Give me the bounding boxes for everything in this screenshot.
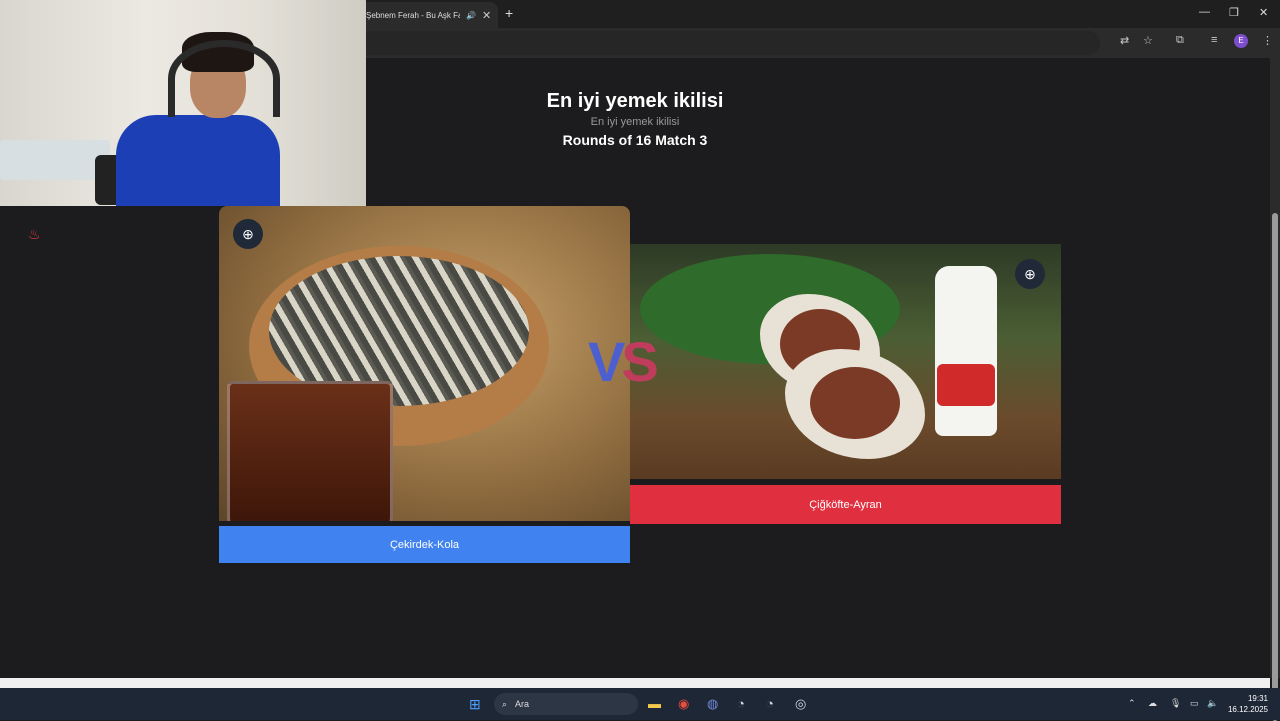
browser-tab[interactable]: Şebnem Ferah - Bu Aşk Fazla 🔊 ✕ (358, 2, 498, 28)
search-icon: ⌕ (502, 698, 508, 709)
zoom-in-icon[interactable]: ⊕ (1015, 259, 1045, 289)
webcam-overlay (0, 0, 366, 206)
more-menu-icon[interactable]: ⋮ (1262, 34, 1273, 47)
ayran-bottle-shape (935, 266, 997, 436)
option-image-right[interactable] (630, 244, 1061, 479)
vs-letter-v: V (588, 330, 625, 393)
speaker-icon[interactable]: 🔊 (466, 11, 476, 20)
taskbar (0, 688, 1280, 720)
clock-time: 19:31 (1247, 694, 1268, 703)
tab-title: Şebnem Ferah - Bu Aşk Fazla (366, 10, 460, 20)
restore-icon[interactable]: ❐ (1229, 6, 1239, 19)
site-logo-icon: ♨ (28, 226, 41, 242)
cola-cup-shape (227, 381, 393, 521)
close-window-icon[interactable]: ✕ (1259, 6, 1268, 19)
taskbar-clock[interactable]: 19:31 16.12.2025 (1222, 693, 1268, 715)
chrome-icon[interactable]: ◉ (678, 696, 689, 712)
steam-icon[interactable]: ◔ (766, 696, 774, 711)
choose-option-right-button[interactable]: Çiğköfte-Ayran (630, 485, 1061, 524)
horizontal-scrollbar[interactable] (0, 678, 1270, 688)
taskbar-search[interactable]: ⌕ Ara (494, 693, 638, 715)
bookmark-star-icon[interactable]: ☆ (1143, 34, 1153, 47)
choose-option-left-button[interactable]: Çekirdek-Kola (219, 526, 630, 563)
minimize-icon[interactable]: — (1199, 6, 1210, 18)
media-control-icon[interactable]: ≡ (1211, 34, 1217, 46)
vertical-scrollbar[interactable] (1270, 58, 1280, 721)
profile-avatar[interactable]: E (1234, 34, 1248, 48)
vs-letter-s: S (621, 330, 658, 393)
translate-icon[interactable]: ⇄ (1120, 34, 1129, 47)
microphone-icon[interactable]: 🎙 (1170, 698, 1181, 709)
file-explorer-icon[interactable]: ▬ (648, 696, 661, 711)
bed-shape (0, 140, 110, 180)
chevron-up-icon[interactable]: ⌃ (1128, 698, 1136, 709)
steam-icon[interactable]: ◔ (737, 696, 745, 711)
search-placeholder: Ara (515, 699, 530, 709)
volume-icon[interactable]: 🔈 (1207, 698, 1218, 709)
clock-date: 16.12.2025 (1227, 705, 1268, 714)
app-icon[interactable]: ◎ (795, 696, 806, 712)
address-bar[interactable] (300, 31, 1100, 55)
option-image-left[interactable] (219, 206, 630, 521)
bottle-label-shape (937, 364, 995, 406)
shirt-shape (116, 115, 280, 206)
windows-start-icon[interactable]: ⊞ (469, 696, 481, 713)
vs-label: VS (588, 330, 659, 394)
scrollbar-thumb[interactable] (1272, 213, 1278, 721)
discord-icon[interactable]: ◍ (707, 696, 718, 712)
network-icon[interactable]: ▭ (1190, 698, 1199, 709)
wrap-shape (785, 349, 925, 459)
extensions-icon[interactable]: ⧉ (1176, 34, 1184, 47)
headset-shape (168, 40, 280, 117)
close-icon[interactable]: ✕ (482, 9, 491, 22)
zoom-in-icon[interactable]: ⊕ (233, 219, 263, 249)
cloud-icon[interactable]: ☁ (1148, 698, 1157, 709)
new-tab-button[interactable]: + (505, 5, 513, 21)
